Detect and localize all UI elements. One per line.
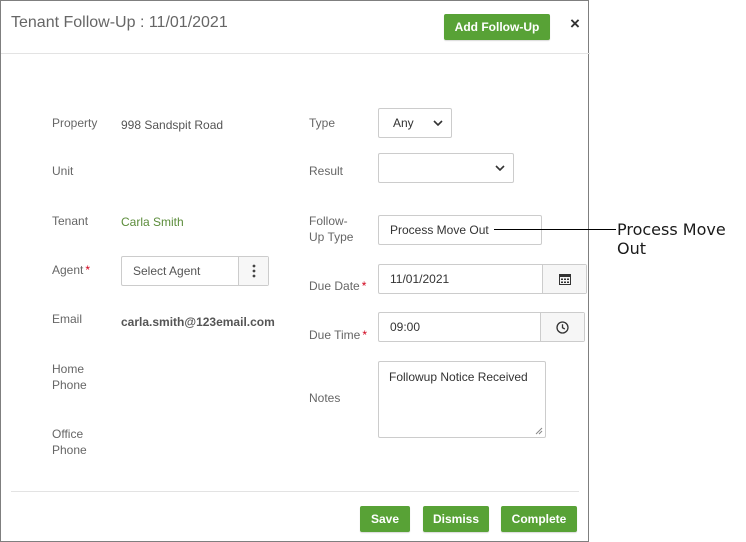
calendar-icon[interactable]: [542, 265, 586, 293]
callout-line: [494, 229, 616, 230]
chevron-down-icon: [495, 165, 505, 171]
office-phone-label-line2: Phone: [52, 443, 87, 457]
home-phone-label-line2: Phone: [52, 378, 87, 392]
follow-up-type-label-line2: Up Type: [309, 230, 354, 244]
property-value: 998 Sandspit Road: [121, 118, 224, 132]
required-marker: *: [85, 263, 91, 277]
property-label: Property: [52, 116, 98, 130]
office-phone-label: Office Phone: [52, 426, 87, 458]
tenant-label: Tenant: [52, 214, 89, 228]
dialog-title: Tenant Follow-Up : 11/01/2021: [11, 14, 228, 31]
type-label: Type: [309, 116, 336, 130]
callout-label: Process Move Out: [617, 220, 726, 258]
agent-label: Agent *: [52, 262, 90, 278]
email-value: carla.smith@123email.com: [121, 315, 275, 329]
follow-up-type-label: Follow- Up Type: [309, 213, 353, 245]
due-date-input[interactable]: 11/01/2021: [378, 264, 587, 294]
due-time-label-text: Due Time: [309, 328, 361, 342]
follow-up-dialog: Tenant Follow-Up : 11/01/2021 Add Follow…: [0, 0, 590, 542]
tenant-link[interactable]: Carla Smith: [121, 214, 184, 230]
required-marker: *: [361, 279, 367, 293]
office-phone-label-line1: Office: [52, 427, 84, 441]
header-divider: [1, 53, 590, 54]
due-time-value: 09:00: [390, 320, 421, 334]
due-time-input[interactable]: 09:00: [378, 312, 585, 342]
type-select[interactable]: Any: [378, 108, 452, 138]
chevron-down-icon: [433, 120, 443, 126]
home-phone-label: Home Phone: [52, 361, 87, 393]
home-phone-label-line1: Home: [52, 362, 85, 376]
due-time-label: Due Time *: [309, 327, 367, 343]
due-date-value: 11/01/2021: [390, 272, 450, 286]
unit-label: Unit: [52, 164, 74, 178]
vertical-dots-icon[interactable]: [238, 257, 268, 285]
follow-up-type-field[interactable]: Process Move Out: [378, 215, 542, 245]
due-date-label: Due Date *: [309, 278, 366, 294]
save-button[interactable]: Save: [360, 506, 410, 532]
agent-select[interactable]: Select Agent: [121, 256, 269, 286]
due-date-label-text: Due Date: [309, 279, 360, 293]
close-icon[interactable]: ×: [570, 15, 580, 32]
dismiss-button[interactable]: Dismiss: [423, 506, 489, 532]
clock-icon[interactable]: [540, 313, 584, 341]
agent-placeholder: Select Agent: [133, 264, 201, 278]
notes-textarea[interactable]: Followup Notice Received: [378, 361, 546, 438]
follow-up-type-label-line1: Follow-: [309, 214, 348, 228]
type-value: Any: [393, 116, 414, 130]
complete-button[interactable]: Complete: [501, 506, 577, 532]
result-label: Result: [309, 164, 344, 178]
notes-value: Followup Notice Received: [389, 370, 528, 384]
agent-label-text: Agent: [52, 263, 84, 277]
notes-label: Notes: [309, 391, 341, 405]
email-label: Email: [52, 312, 83, 326]
required-marker: *: [362, 328, 368, 342]
footer-divider: [11, 491, 579, 492]
result-select[interactable]: [378, 153, 514, 183]
follow-up-type-value: Process Move Out: [390, 223, 489, 237]
add-follow-up-button[interactable]: Add Follow-Up: [444, 14, 550, 40]
resize-grip-icon[interactable]: [535, 427, 543, 435]
